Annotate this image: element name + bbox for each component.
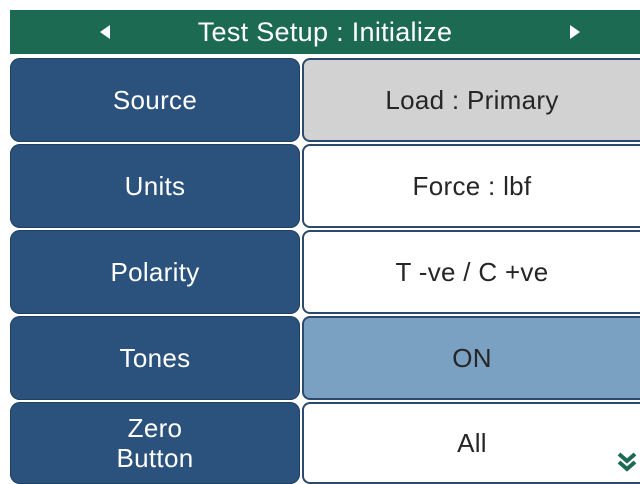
title-bar: Test Setup : Initialize: [10, 10, 640, 54]
triangle-right-icon[interactable]: [560, 10, 590, 54]
setting-row-units: Units Force : lbf: [10, 144, 640, 230]
units-label[interactable]: Units: [10, 144, 300, 228]
setting-row-polarity: Polarity T -ve / C +ve: [10, 230, 640, 316]
tones-value[interactable]: ON: [302, 316, 640, 400]
source-value[interactable]: Load : Primary: [302, 58, 640, 142]
polarity-label[interactable]: Polarity: [10, 230, 300, 314]
zero-button-value[interactable]: All: [302, 402, 640, 484]
setting-row-source: Source Load : Primary: [10, 58, 640, 144]
triangle-left-icon[interactable]: [90, 10, 120, 54]
setting-row-zero-button: Zero Button All: [10, 402, 640, 484]
zero-button-label-line2: Button: [116, 443, 194, 473]
tones-label[interactable]: Tones: [10, 316, 300, 400]
zero-button-label[interactable]: Zero Button: [10, 402, 300, 484]
page-title: Test Setup : Initialize: [197, 16, 453, 47]
zero-button-label-line1: Zero: [127, 413, 183, 443]
source-label[interactable]: Source: [10, 58, 300, 142]
double-chevron-down-icon[interactable]: [616, 448, 638, 472]
units-value[interactable]: Force : lbf: [302, 144, 640, 228]
zero-button-value-text: All: [457, 427, 487, 458]
setting-row-tones: Tones ON: [10, 316, 640, 402]
polarity-value[interactable]: T -ve / C +ve: [302, 230, 640, 314]
